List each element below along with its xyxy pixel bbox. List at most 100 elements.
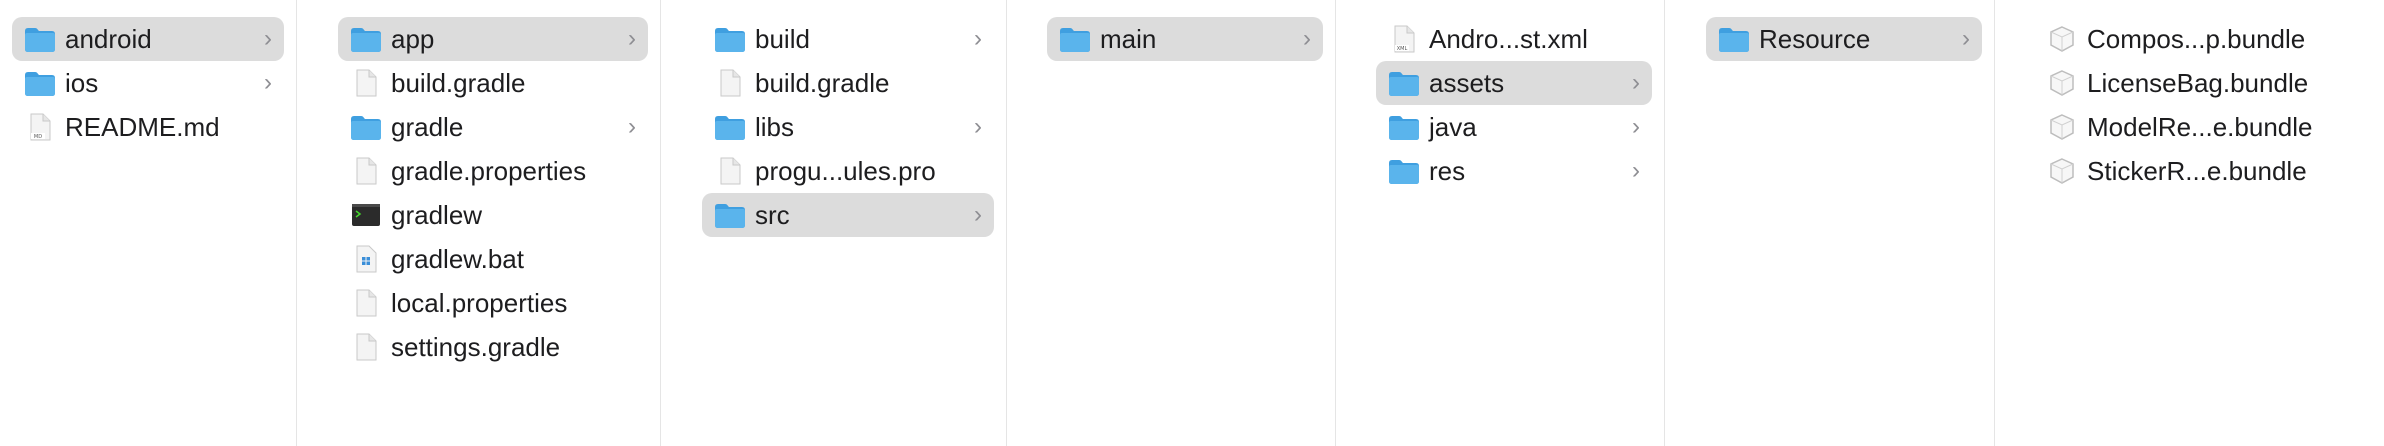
item-name: LicenseBag.bundle [2087,68,2309,98]
folder-icon [1718,25,1750,53]
chevron-right-icon: › [264,69,272,96]
folder-icon [1059,25,1091,53]
folder-row[interactable]: res › [1376,149,1652,193]
file-row[interactable]: gradle.properties [338,149,648,193]
file-icon [350,157,382,185]
chevron-right-icon: › [1632,157,1640,184]
browser-column-4: main › [1035,0,1335,446]
chevron-right-icon: › [974,25,982,52]
browser-column-1: android › ios › MD README.md [0,0,296,446]
file-row[interactable]: settings.gradle [338,325,648,369]
folder-row[interactable]: assets › [1376,61,1652,105]
item-name: ios [65,68,99,98]
folder-row[interactable]: main › [1047,17,1323,61]
item-name: java [1429,112,1477,142]
folder-row[interactable]: android › [12,17,284,61]
file-row[interactable]: build.gradle [338,61,648,105]
svg-text:MD: MD [34,134,42,140]
bundle-icon [2046,69,2078,97]
folder-row[interactable]: Resource › [1706,17,1982,61]
folder-icon [350,25,382,53]
file-row[interactable]: StickerR...e.bundle [2034,149,2372,193]
item-name: Compos...p.bundle [2087,24,2306,54]
folder-row[interactable]: java › [1376,105,1652,149]
bundle-icon [2046,157,2078,185]
chevron-right-icon: › [1962,25,1970,52]
file-icon [350,289,382,317]
bat-file-icon [350,245,382,273]
svg-text:XML: XML [1397,46,1408,52]
folder-icon [1388,113,1420,141]
terminal-icon [350,201,382,229]
column-browser: android › ios › MD README.md app › build.gradle g… [0,0,2384,446]
item-name: README.md [65,112,220,142]
folder-row[interactable]: app › [338,17,648,61]
file-row[interactable]: XML Andro...st.xml [1376,17,1652,61]
bundle-icon [2046,113,2078,141]
item-name: ModelRe...e.bundle [2087,112,2313,142]
file-icon [714,157,746,185]
browser-column-3: build › build.gradle libs › progu...ules.pro s… [690,0,1006,446]
file-row[interactable]: ModelRe...e.bundle [2034,105,2372,149]
folder-icon [1388,157,1420,185]
column-divider[interactable] [1335,0,1336,446]
folder-icon [714,201,746,229]
item-name: build.gradle [755,68,890,98]
item-name: Andro...st.xml [1429,24,1588,54]
item-name: src [755,200,790,230]
browser-column-2: app › build.gradle gradle › gradle.properties… [326,0,660,446]
column-divider[interactable] [296,0,297,446]
item-name: gradlew.bat [391,244,524,274]
item-name: gradle [391,112,464,142]
file-row[interactable]: gradlew [338,193,648,237]
file-row[interactable]: progu...ules.pro [702,149,994,193]
folder-icon [24,69,56,97]
folder-icon [714,25,746,53]
file-icon [714,69,746,97]
xml-file-icon: XML [1388,25,1420,53]
item-name: gradle.properties [391,156,587,186]
item-name: settings.gradle [391,332,561,362]
md-file-icon: MD [24,113,56,141]
folder-row[interactable]: libs › [702,105,994,149]
item-name: main [1100,24,1157,54]
folder-row[interactable]: ios › [12,61,284,105]
column-divider[interactable] [660,0,661,446]
browser-column-5: XML Andro...st.xml assets › java › res › [1364,0,1664,446]
folder-row[interactable]: build › [702,17,994,61]
item-name: build [755,24,810,54]
item-name: progu...ules.pro [755,156,936,186]
chevron-right-icon: › [264,25,272,52]
chevron-right-icon: › [1303,25,1311,52]
folder-icon [1388,69,1420,97]
folder-icon [714,113,746,141]
chevron-right-icon: › [628,113,636,140]
file-row[interactable]: build.gradle [702,61,994,105]
item-name: build.gradle [391,68,526,98]
chevron-right-icon: › [974,113,982,140]
item-name: Resource [1759,24,1871,54]
item-name: res [1429,156,1466,186]
folder-icon [350,113,382,141]
chevron-right-icon: › [1632,69,1640,96]
item-name: app [391,24,435,54]
chevron-right-icon: › [1632,113,1640,140]
file-row[interactable]: Compos...p.bundle [2034,17,2372,61]
column-divider[interactable] [1006,0,1007,446]
file-icon [350,333,382,361]
column-divider[interactable] [1664,0,1665,446]
bundle-icon [2046,25,2078,53]
file-row[interactable]: local.properties [338,281,648,325]
file-row[interactable]: MD README.md [12,105,284,149]
folder-row[interactable]: src › [702,193,994,237]
file-row[interactable]: LicenseBag.bundle [2034,61,2372,105]
browser-column-6: Resource › [1694,0,1994,446]
folder-row[interactable]: gradle › [338,105,648,149]
chevron-right-icon: › [628,25,636,52]
item-name: android [65,24,152,54]
file-icon [350,69,382,97]
item-name: libs [755,112,795,142]
file-row[interactable]: gradlew.bat [338,237,648,281]
column-divider[interactable] [1994,0,1995,446]
item-name: gradlew [391,200,483,230]
